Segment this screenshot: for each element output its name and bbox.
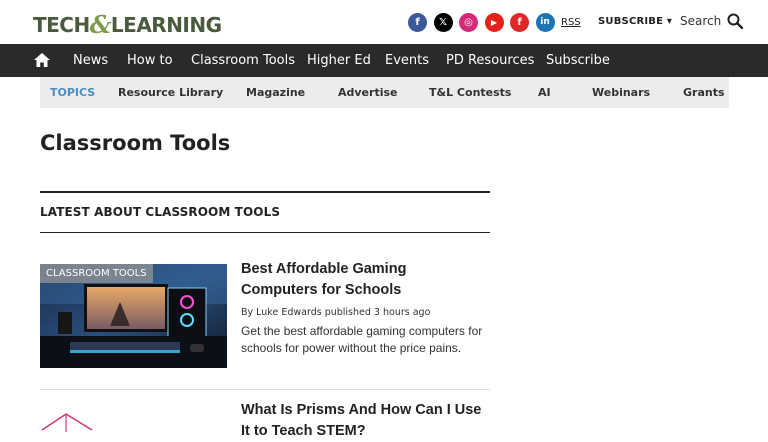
youtube-icon[interactable]: ▶ bbox=[484, 12, 504, 32]
section-rule-top bbox=[40, 191, 490, 193]
x-icon[interactable]: 𝕏 bbox=[433, 12, 453, 32]
topics-label[interactable]: TOPICS bbox=[50, 86, 95, 99]
facebook-icon[interactable]: f bbox=[408, 12, 427, 32]
linkedin-icon[interactable]: in bbox=[535, 12, 555, 32]
nav-item-higher-ed[interactable]: Higher Ed bbox=[307, 53, 371, 68]
main-nav: News How to Classroom Tools Higher Ed Ev… bbox=[0, 44, 768, 77]
brand-bar: TECH&LEARNING f 𝕏 ◎ ▶ f in RSS SUBSCRIBE… bbox=[0, 0, 768, 44]
topic-advertise[interactable]: Advertise bbox=[338, 86, 397, 99]
logo-text-right: LEARNING bbox=[110, 13, 222, 37]
rss-link[interactable]: RSS bbox=[561, 17, 581, 28]
article-summary: Get the best affordable gaming computers… bbox=[241, 323, 496, 357]
nav-item-pd-resources[interactable]: PD Resources bbox=[446, 53, 534, 68]
search-label: Search bbox=[680, 14, 722, 28]
topic-tl-contests[interactable]: T&L Contests bbox=[429, 86, 511, 99]
nav-item-events[interactable]: Events bbox=[385, 53, 429, 68]
nav-item-subscribe[interactable]: Subscribe bbox=[546, 53, 610, 68]
topics-bar: TOPICS Resource Library Magazine Adverti… bbox=[40, 77, 729, 108]
topic-resource-library[interactable]: Resource Library bbox=[118, 86, 223, 99]
article-title-line: What Is Prisms And How Can I Use bbox=[241, 402, 482, 418]
home-icon[interactable] bbox=[33, 52, 51, 68]
nav-item-news[interactable]: News bbox=[73, 53, 108, 68]
article-title[interactable]: Best Affordable Gaming Computers for Sch… bbox=[241, 259, 501, 301]
subscribe-dropdown[interactable]: SUBSCRIBE ▾ bbox=[598, 16, 672, 27]
topic-ai[interactable]: AI bbox=[538, 86, 551, 99]
article-thumbnail-prisms[interactable] bbox=[40, 410, 100, 432]
topic-magazine[interactable]: Magazine bbox=[246, 86, 305, 99]
article-title[interactable]: What Is Prisms And How Can I Use It to T… bbox=[241, 400, 501, 442]
article-summary-line: schools for power without the price pain… bbox=[241, 341, 462, 355]
article-thumbnail-gaming-pc[interactable]: CLASSROOM TOOLS bbox=[40, 264, 227, 368]
social-links: f 𝕏 ◎ ▶ f in RSS bbox=[408, 12, 581, 32]
article-byline: By Luke Edwards published 3 hours ago bbox=[241, 307, 431, 318]
article-summary-line: Get the best affordable gaming computers… bbox=[241, 324, 483, 338]
article-title-line: Computers for Schools bbox=[241, 282, 402, 298]
nav-item-how-to[interactable]: How to bbox=[127, 53, 173, 68]
section-rule-bottom bbox=[40, 232, 490, 233]
flipboard-icon[interactable]: f bbox=[510, 12, 529, 32]
logo-ampersand: & bbox=[89, 10, 112, 39]
section-heading: LATEST ABOUT CLASSROOM TOOLS bbox=[40, 205, 281, 219]
site-logo[interactable]: TECH&LEARNING bbox=[33, 9, 222, 39]
article-title-line: Best Affordable Gaming bbox=[241, 261, 407, 277]
topic-grants[interactable]: Grants bbox=[683, 86, 725, 99]
article-category-badge[interactable]: CLASSROOM TOOLS bbox=[40, 264, 153, 283]
page-title: Classroom Tools bbox=[40, 131, 231, 155]
search-icon bbox=[727, 13, 744, 29]
instagram-icon[interactable]: ◎ bbox=[459, 12, 478, 32]
search-button[interactable]: Search bbox=[680, 13, 744, 29]
article-divider bbox=[40, 389, 490, 390]
topic-webinars[interactable]: Webinars bbox=[592, 86, 650, 99]
nav-item-classroom-tools[interactable]: Classroom Tools bbox=[191, 53, 295, 68]
logo-text-left: TECH bbox=[33, 13, 90, 37]
